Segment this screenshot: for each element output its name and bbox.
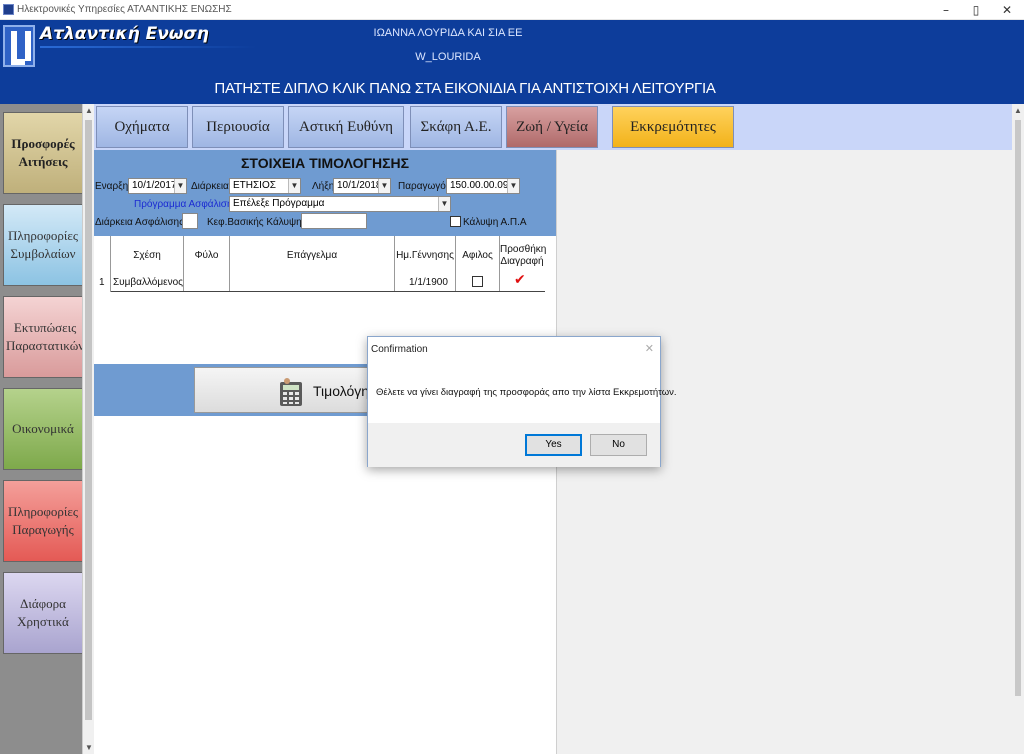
billing-panel: ΣΤΟΙΧΕΙΑ ΤΙΜΟΛΟΓΗΣΗΣ Εναρξη 10/1/2017 ▼ Δ… bbox=[94, 150, 556, 236]
scroll-up-icon[interactable]: ▲ bbox=[1014, 106, 1022, 115]
sidebar-item-label: Παραστατικών bbox=[6, 338, 83, 353]
program-select[interactable]: Επέλεξε Πρόγραμμα ▼ bbox=[229, 196, 451, 212]
brand-name: Ατλαντική Ενωση bbox=[40, 24, 209, 44]
start-date-value: 10/1/2017 bbox=[132, 180, 177, 191]
end-date-value: 10/1/2018 bbox=[337, 180, 382, 191]
restore-button[interactable]: ▯ bbox=[966, 2, 986, 18]
sidebar-item-label: Προσφορές bbox=[11, 136, 75, 151]
no-button[interactable]: No bbox=[590, 434, 647, 456]
app-header: Ατλαντική Ενωση ΙΩΑΝΝΑ ΛΟΥΡΙΔΑ ΚΑΙ ΣΙΑ Ε… bbox=[0, 20, 1024, 104]
yes-button[interactable]: Yes bbox=[525, 434, 582, 456]
close-icon[interactable]: ✕ bbox=[645, 342, 654, 355]
row-relation[interactable]: Συμβαλλόμενος bbox=[113, 277, 183, 288]
confirmation-dialog: Confirmation ✕ Θέλετε να γίνει διαγραφή … bbox=[367, 336, 677, 467]
sidebar-item-label: Πληροφορίες bbox=[8, 228, 78, 243]
producer-select[interactable]: 150.00.00.090 ▼ bbox=[446, 178, 520, 194]
grid-divider bbox=[183, 236, 184, 292]
end-date-picker[interactable]: 10/1/2018 ▼ bbox=[333, 178, 391, 194]
chevron-down-icon[interactable]: ▼ bbox=[507, 179, 519, 193]
company-name: ΙΩΑΝΝΑ ΛΟΥΡΙΔΑ ΚΑΙ ΣΙΑ ΕΕ bbox=[373, 27, 523, 39]
sidebar-item-label: Πληροφορίες bbox=[8, 504, 78, 519]
header-add: Προσθήκη bbox=[500, 244, 547, 255]
start-date-picker[interactable]: 10/1/2017 ▼ bbox=[128, 178, 187, 194]
grid-divider bbox=[394, 236, 395, 292]
basic-capital-input[interactable] bbox=[301, 213, 367, 229]
sidebar-scrollbar[interactable]: ▲ ▼ bbox=[82, 104, 94, 754]
chevron-down-icon[interactable]: ▼ bbox=[438, 197, 450, 211]
scroll-down-icon[interactable]: ▼ bbox=[85, 743, 93, 752]
close-window-button[interactable]: ✕ bbox=[997, 2, 1017, 18]
scroll-up-icon[interactable]: ▲ bbox=[85, 106, 93, 115]
window-title: Ηλεκτρονικές Υπηρεσίες ΑΤΛΑΝΤΙΚΗΣ ΕΝΩΣΗΣ bbox=[17, 4, 232, 15]
sidebar: Προσφορές Αιτήσεις Πληροφορίες Συμβολαίων … bbox=[0, 104, 83, 754]
brand-logo-icon bbox=[3, 25, 35, 67]
dialog-title: Confirmation bbox=[371, 344, 428, 355]
duration-value: ΕΤΗΣΙΟΣ bbox=[233, 180, 276, 191]
row-smoker-checkbox[interactable] bbox=[472, 276, 483, 287]
dialog-message: Θέλετε να γίνει διαγραφή της προσφοράς α… bbox=[376, 387, 677, 398]
category-tabstrip: Οχήματα Περιουσία Αστική Ευθύνη Σκάφη Α.… bbox=[94, 104, 1012, 150]
sidebar-item-label: Αιτήσεις bbox=[18, 154, 68, 169]
header-birthdate: Ημ.Γέννησης bbox=[396, 250, 454, 261]
sidebar-item-contracts-info[interactable]: Πληροφορίες Συμβολαίων bbox=[3, 204, 83, 286]
sidebar-scroll-thumb[interactable] bbox=[85, 120, 92, 720]
start-date-label: Εναρξη bbox=[95, 181, 129, 192]
header-relation: Σχέση bbox=[133, 250, 161, 261]
sidebar-item-label: Οικονομικά bbox=[12, 421, 74, 436]
row-number: 1 bbox=[99, 277, 105, 288]
insurance-duration-label: Διάρκεια Ασφάλισης bbox=[95, 217, 184, 228]
delete-check-icon[interactable]: ✔ bbox=[514, 272, 526, 288]
program-value: Επέλεξε Πρόγραμμα bbox=[233, 198, 325, 209]
sidebar-item-utilities[interactable]: Διάφορα Χρηστικά bbox=[3, 572, 83, 654]
sidebar-item-label: Παραγωγής bbox=[12, 522, 74, 537]
sidebar-item-label: Χρηστικά bbox=[17, 614, 69, 629]
header-smoker: Αφιλος bbox=[462, 250, 493, 261]
apa-label: Κάλυψη Α.Π.Α bbox=[463, 217, 527, 228]
grid-divider bbox=[110, 236, 111, 292]
dialog-footer: Yes No bbox=[368, 423, 660, 467]
chevron-down-icon[interactable]: ▼ bbox=[378, 179, 390, 193]
tab-life-health[interactable]: Ζωή / Υγεία bbox=[506, 106, 598, 148]
duration-select[interactable]: ΕΤΗΣΙΟΣ ▼ bbox=[229, 178, 301, 194]
grid-divider bbox=[455, 236, 456, 292]
calculator-icon bbox=[280, 378, 302, 406]
end-date-label: Λήξη bbox=[312, 181, 335, 192]
app-icon bbox=[3, 4, 14, 15]
billing-title: ΣΤΟΙΧΕΙΑ ΤΙΜΟΛΟΓΗΣΗΣ bbox=[241, 155, 409, 171]
window-titlebar: Ηλεκτρονικές Υπηρεσίες ΑΤΛΑΝΤΙΚΗΣ ΕΝΩΣΗΣ… bbox=[0, 0, 1024, 20]
row-underline bbox=[111, 291, 545, 292]
duration-label: Διάρκεια bbox=[191, 181, 229, 192]
chevron-down-icon[interactable]: ▼ bbox=[174, 179, 186, 193]
tab-pending[interactable]: Εκκρεμότητες bbox=[612, 106, 734, 148]
header-gender: Φύλο bbox=[194, 250, 219, 261]
sidebar-item-prints[interactable]: Εκτυπώσεις Παραστατικών bbox=[3, 296, 83, 378]
tab-boats[interactable]: Σκάφη Α.Ε. bbox=[410, 106, 502, 148]
minimize-button[interactable]: – bbox=[936, 2, 956, 18]
apa-checkbox[interactable] bbox=[450, 216, 461, 227]
sidebar-item-offers[interactable]: Προσφορές Αιτήσεις bbox=[3, 112, 83, 194]
header-delete: Διαγραφή bbox=[500, 256, 544, 267]
sidebar-item-label: Διάφορα bbox=[20, 596, 66, 611]
sidebar-item-label: Εκτυπώσεις bbox=[13, 320, 77, 335]
tab-property[interactable]: Περιουσία bbox=[192, 106, 284, 148]
header-occupation: Επάγγελμα bbox=[286, 250, 338, 261]
row-birthdate[interactable]: 1/1/1900 bbox=[409, 277, 448, 288]
grid-divider bbox=[229, 236, 230, 292]
program-label: Πρόγραμμα Ασφάλισης bbox=[134, 199, 238, 210]
instruction-text: ΠΑΤΗΣΤΕ ΔΙΠΛΟ ΚΛΙΚ ΠΑΝΩ ΣΤΑ ΕΙΚΟΝΙΔΙΑ ΓΙ… bbox=[214, 80, 716, 97]
username: W_LOURIDA bbox=[415, 51, 481, 63]
producer-value: 150.00.00.090 bbox=[450, 180, 514, 191]
basic-capital-label: Κεφ.Βασικής Κάλυψης bbox=[207, 217, 307, 228]
main-scroll-thumb[interactable] bbox=[1015, 120, 1021, 696]
tab-vehicles[interactable]: Οχήματα bbox=[96, 106, 188, 148]
producer-label: Παραγωγός bbox=[398, 181, 451, 192]
brand-underline bbox=[40, 46, 256, 48]
sidebar-item-production-info[interactable]: Πληροφορίες Παραγωγής bbox=[3, 480, 83, 562]
main-scrollbar[interactable]: ▲ bbox=[1012, 104, 1024, 754]
tab-civil-liability[interactable]: Αστική Ευθύνη bbox=[288, 106, 404, 148]
chevron-down-icon[interactable]: ▼ bbox=[288, 179, 300, 193]
sidebar-item-label: Συμβολαίων bbox=[10, 246, 76, 261]
sidebar-item-financial[interactable]: Οικονομικά bbox=[3, 388, 83, 470]
insurance-duration-input[interactable] bbox=[182, 213, 198, 229]
